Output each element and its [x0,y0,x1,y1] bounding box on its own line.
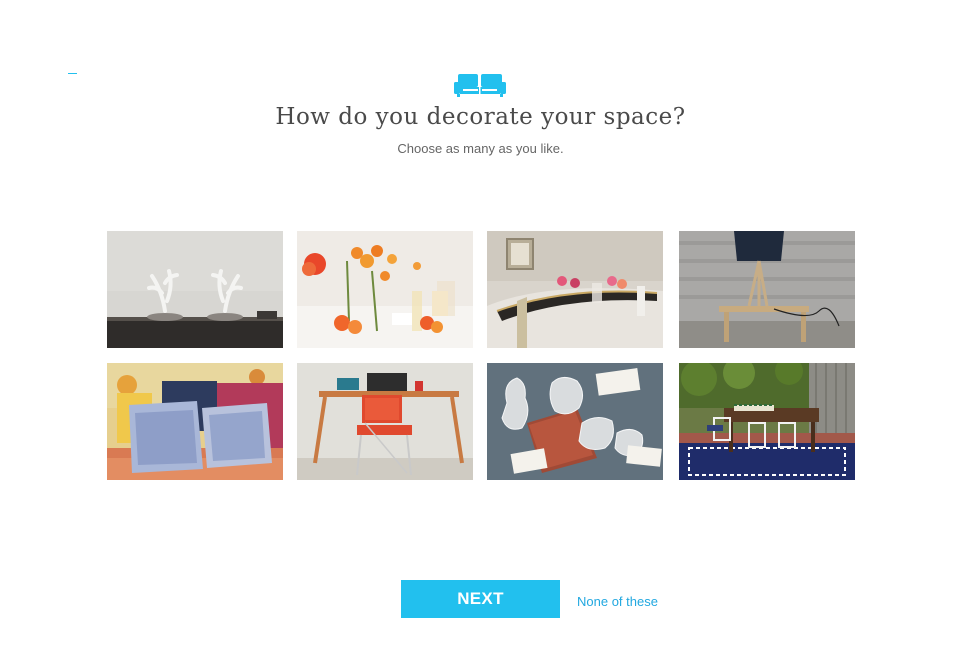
antlers-decor-photo [107,231,283,348]
mirrored-dining-table-photo [487,231,663,348]
style-option-lamp[interactable] [679,231,855,348]
blue-pillows-photo [107,363,283,480]
style-option-silver-hands[interactable] [487,363,663,480]
style-option-flowers[interactable] [297,231,473,348]
outdoor-dining-photo [679,363,855,480]
wooden-lamp-photo [679,231,855,348]
style-option-orange-chair[interactable] [297,363,473,480]
orange-flowers-table-photo [297,231,473,348]
orange-chair-desk-photo [297,363,473,480]
style-option-pillows[interactable] [107,363,283,480]
style-option-antlers[interactable] [107,231,283,348]
page-subtitle: Choose as many as you like. [397,141,564,156]
sofa-icon [454,74,506,97]
style-option-outdoor-dining[interactable] [679,363,855,480]
style-option-mirrored-table[interactable] [487,231,663,348]
loading-indicator [68,73,77,74]
page-title: How do you decorate your space? [275,104,686,130]
next-button[interactable]: NEXT [401,580,560,618]
silver-hands-photo [487,363,663,480]
none-of-these-link[interactable]: None of these [577,594,658,609]
